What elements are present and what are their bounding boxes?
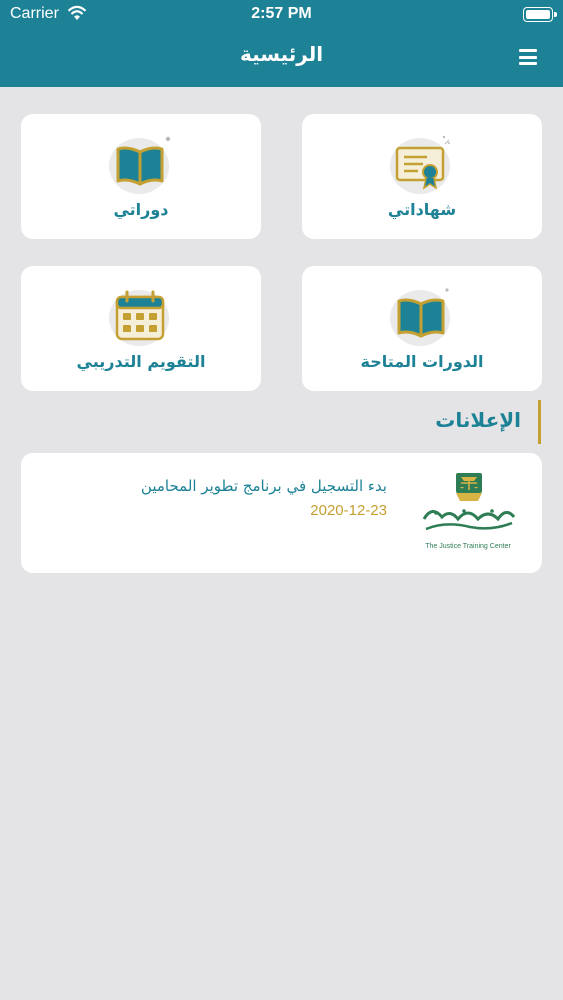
- status-bar: Carrier 2:57 PM: [0, 0, 563, 30]
- tile-available-courses[interactable]: الدورات المتاحة: [302, 266, 542, 391]
- tile-label: التقويم التدريبي: [76, 352, 206, 371]
- tile-label: شهاداتي: [387, 200, 457, 219]
- book-icon: [387, 284, 457, 348]
- tile-my-certificates[interactable]: شهاداتي: [302, 114, 542, 239]
- tile-label: الدورات المتاحة: [360, 352, 484, 371]
- justice-training-center-logo: The Justice Training Center: [416, 471, 520, 555]
- status-time: 2:57 PM: [251, 5, 312, 22]
- logo-caption: The Justice Training Center: [425, 543, 511, 550]
- battery-icon: [523, 7, 557, 22]
- menu-icon[interactable]: [519, 49, 537, 65]
- certificate-icon: [387, 132, 457, 196]
- announcement-date: 2020-12-23: [310, 502, 387, 519]
- tile-my-courses[interactable]: دوراتي: [21, 114, 261, 239]
- announcements-title: الإعلانات: [435, 408, 521, 432]
- section-divider: [538, 400, 541, 444]
- tile-training-calendar[interactable]: التقويم التدريبي: [21, 266, 261, 391]
- announcement-title: بدء التسجيل في برنامج تطوير المحامين: [140, 477, 387, 495]
- page-title: الرئيسية: [239, 42, 324, 66]
- announcement-item[interactable]: بدء التسجيل في برنامج تطوير المحامين 202…: [21, 453, 542, 573]
- app-header: Carrier 2:57 PM الرئيسية: [0, 0, 563, 87]
- book-icon: [106, 132, 176, 196]
- calendar-icon: [106, 284, 176, 348]
- tile-label: دوراتي: [113, 200, 169, 219]
